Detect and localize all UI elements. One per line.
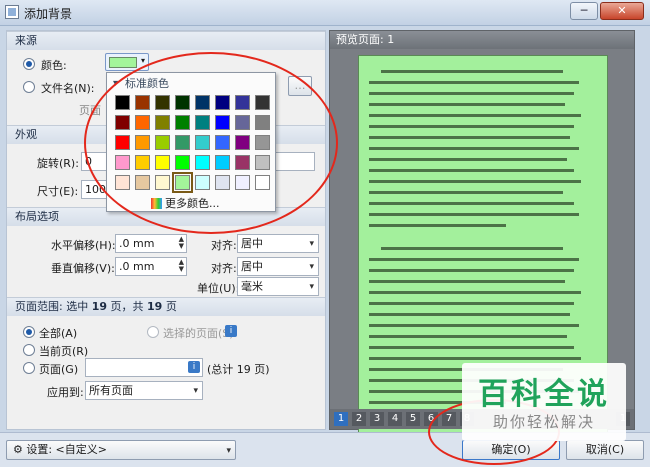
- chevron-down-icon: ▾: [309, 282, 314, 292]
- preview-text-line: [369, 114, 581, 117]
- preview-text-line: [369, 346, 574, 349]
- preview-text-line: [369, 335, 567, 338]
- window-title: 添加背景: [24, 7, 73, 21]
- v-align-label: 对齐:: [211, 262, 237, 275]
- close-button[interactable]: ✕: [600, 2, 644, 20]
- v-offset-stepper-icon[interactable]: ▲ ▼: [179, 259, 184, 273]
- total-count: 19: [147, 300, 163, 313]
- selected-color-swatch: [109, 57, 137, 68]
- cancel-button[interactable]: 取消(C): [566, 440, 644, 460]
- preview-text-line: [369, 103, 565, 106]
- unit-select[interactable]: 毫米 ▾: [237, 277, 319, 296]
- preview-text-line: [369, 158, 567, 161]
- source-header: 来源: [7, 32, 325, 50]
- apply-to-select[interactable]: 所有页面 ▾: [85, 381, 203, 400]
- chevron-down-icon: ▾: [141, 56, 146, 65]
- preview-text-line: [369, 313, 570, 316]
- annotation-ellipse-palette: [84, 52, 338, 234]
- watermark-logo: 百科全说 助你轻松解决: [462, 363, 626, 441]
- chevron-down-icon: ▾: [309, 262, 314, 272]
- preview-text-line: [369, 92, 574, 95]
- preview-text-line: [369, 81, 579, 84]
- file-radio[interactable]: [23, 81, 35, 93]
- rotation-label: 旋转(R):: [37, 157, 79, 170]
- watermark-title: 百科全说: [478, 377, 610, 412]
- apply-to-value: 所有页面: [89, 384, 133, 397]
- file-label: 文件名(N):: [41, 82, 95, 95]
- page-range-section: 页面范围: 选中 19 页，共 19 页 全部(A) 选择的页面(S) i 当前…: [7, 297, 325, 429]
- v-offset-field[interactable]: .0 mm ▲ ▼: [115, 257, 187, 276]
- all-pages-radio[interactable]: [23, 326, 35, 338]
- h-offset-label: 水平偏移(H):: [51, 239, 116, 252]
- settings-value: 设置: <自定义>: [26, 443, 107, 456]
- gear-icon: ⚙: [13, 443, 27, 456]
- preview-text-line: [369, 202, 574, 205]
- preview-text-line: [369, 269, 574, 272]
- page-range-mid: 页，共: [110, 300, 144, 313]
- page-range-label: 页面(G): [39, 363, 79, 376]
- h-offset-value: .0 mm: [119, 237, 155, 250]
- preview-text-line: [369, 258, 579, 261]
- preview-text-line: [369, 125, 574, 128]
- current-page-radio[interactable]: [23, 344, 35, 356]
- color-label: 颜色:: [41, 59, 67, 72]
- info-icon[interactable]: i: [188, 361, 200, 373]
- apply-to-label: 应用到:: [47, 386, 84, 399]
- v-offset-value: .0 mm: [119, 260, 155, 273]
- preview-text-line: [369, 302, 574, 305]
- color-radio[interactable]: [23, 58, 35, 70]
- chevron-down-icon: ▾: [226, 446, 231, 456]
- page-range-header: 页面范围: 选中 19 页，共 19 页: [7, 298, 325, 316]
- page-number-button[interactable]: 4: [388, 412, 402, 426]
- all-pages-label: 全部(A): [39, 327, 78, 340]
- unit-value: 毫米: [241, 280, 263, 293]
- preview-text-line: [369, 324, 579, 327]
- watermark-subtitle: 助你轻松解决: [492, 413, 595, 431]
- title-bar: 添加背景 ─ ✕: [0, 0, 650, 26]
- preview-text-line: [369, 224, 506, 227]
- preview-text-line: [381, 247, 563, 250]
- unit-label: 单位(U):: [197, 282, 240, 295]
- preview-text-line: [381, 70, 563, 73]
- preview-text-line: [369, 357, 581, 360]
- page-number-button[interactable]: 2: [352, 412, 366, 426]
- page-number-button[interactable]: 3: [370, 412, 384, 426]
- preview-text-line: [369, 191, 563, 194]
- preview-text-line: [369, 147, 579, 150]
- v-align-value: 居中: [241, 260, 263, 273]
- h-align-label: 对齐:: [211, 239, 237, 252]
- preview-text-line: [369, 280, 565, 283]
- chevron-down-icon: ▾: [193, 386, 198, 396]
- page-range-prefix: 页面范围: 选中: [15, 300, 89, 313]
- h-offset-stepper-icon[interactable]: ▲ ▼: [179, 236, 184, 250]
- page-number-button[interactable]: 1: [334, 412, 348, 426]
- chevron-down-icon: ▾: [309, 239, 314, 249]
- selected-pages-label: 选择的页面(S): [163, 327, 234, 340]
- preview-text-line: [369, 213, 579, 216]
- selected-count: 19: [91, 300, 108, 313]
- size-label: 尺寸(E):: [37, 185, 79, 198]
- preview-text-line: [369, 169, 574, 172]
- selected-pages-radio[interactable]: [147, 326, 159, 338]
- preview-text-line: [369, 180, 581, 183]
- h-offset-field[interactable]: .0 mm ▲ ▼: [115, 234, 187, 253]
- preview-text-line: [369, 291, 581, 294]
- total-pages-text: (总计 19 页): [207, 363, 270, 376]
- page-range-suffix: 页: [165, 300, 177, 313]
- h-align-value: 居中: [241, 237, 263, 250]
- preview-header: 预览页面: 1: [330, 31, 634, 49]
- app-icon: [5, 5, 19, 19]
- info-icon[interactable]: i: [225, 325, 237, 337]
- v-align-select[interactable]: 居中 ▾: [237, 257, 319, 276]
- h-align-select[interactable]: 居中 ▾: [237, 234, 319, 253]
- page-range-input[interactable]: i: [85, 358, 203, 377]
- v-offset-label: 垂直偏移(V):: [51, 262, 115, 275]
- settings-select[interactable]: ⚙ 设置: <自定义> ▾: [6, 440, 236, 460]
- minimize-button[interactable]: ─: [570, 2, 598, 20]
- page-range-radio[interactable]: [23, 362, 35, 374]
- page-number-button[interactable]: 5: [406, 412, 420, 426]
- current-page-label: 当前页(R): [39, 345, 89, 358]
- preview-text-line: [369, 136, 570, 139]
